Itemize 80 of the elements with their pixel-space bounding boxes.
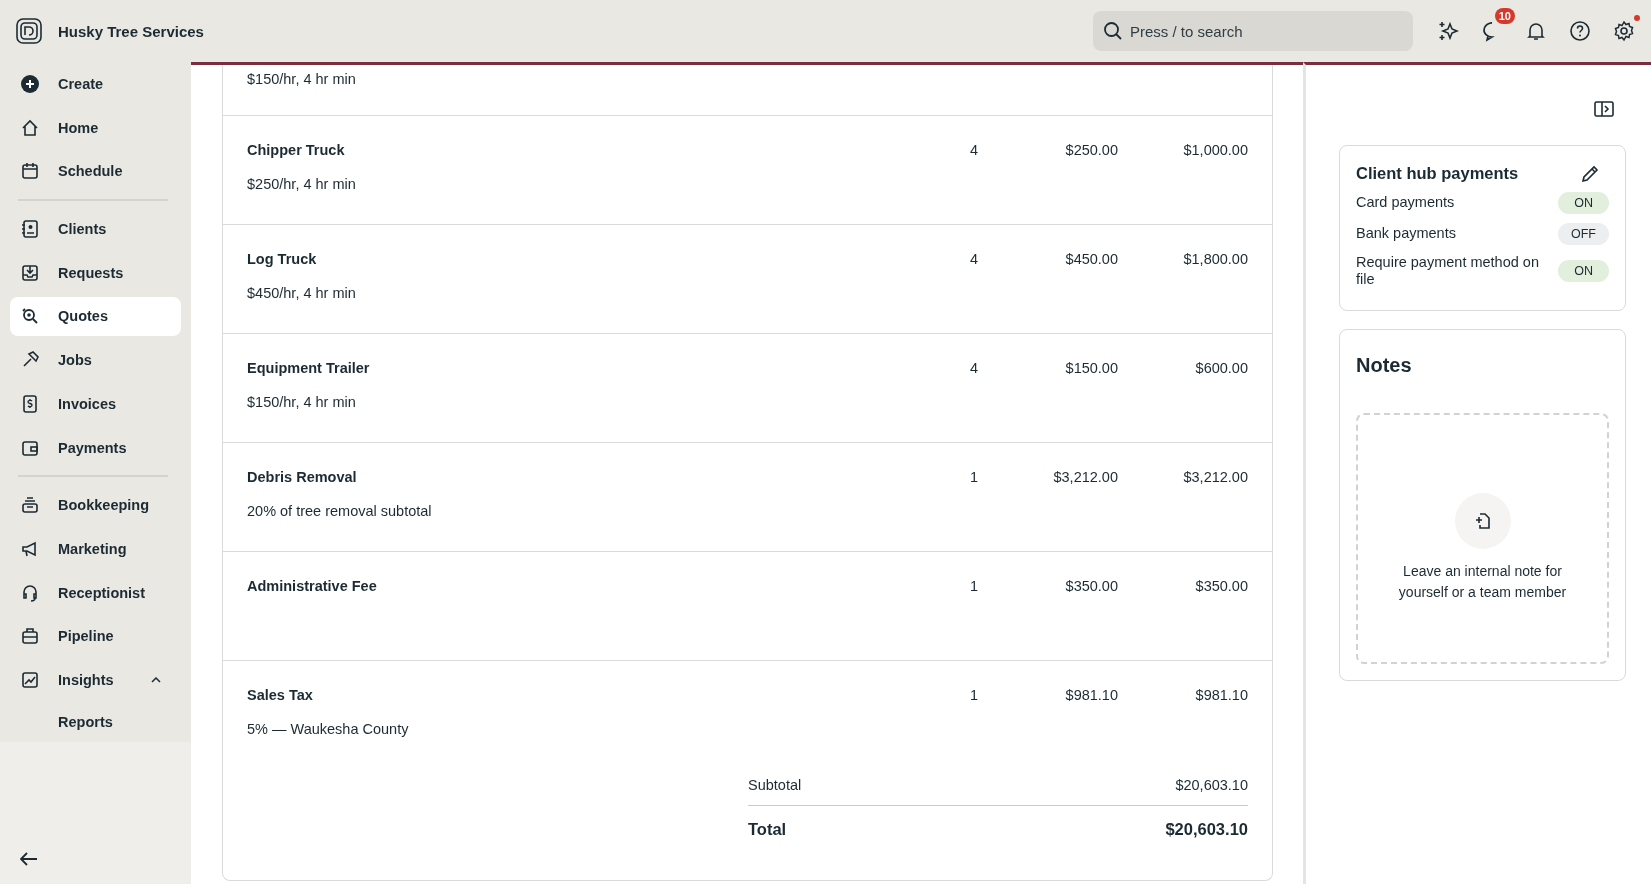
item-unit-price: $3,212.00: [1053, 469, 1118, 485]
dollar-document-icon: [20, 393, 40, 414]
sidebar-item[interactable]: Receptionist: [10, 572, 181, 613]
item-description: $250/hr, 4 hr min: [247, 176, 357, 192]
sidebar-item[interactable]: Insights: [10, 660, 181, 701]
sidebar-item[interactable]: Requests: [10, 252, 181, 293]
sidebar-item[interactable]: Marketing: [10, 529, 181, 569]
chart-icon: [20, 670, 40, 691]
item-total: $981.10: [1195, 687, 1248, 703]
stacked-tray-icon: [20, 495, 40, 516]
subtotal-value: $20,603.10: [1175, 777, 1248, 793]
item-unit-price: $981.10: [1065, 687, 1118, 703]
item-description: $150/hr, 4 hr min: [247, 71, 357, 87]
sidebar-item[interactable]: Bookkeeping: [10, 485, 181, 526]
item-description: 20% of tree removal subtotal: [247, 503, 433, 519]
setting-label: Require payment method on file: [1356, 254, 1540, 289]
plus-circle-icon: [20, 73, 40, 94]
item-quantity: 1: [969, 469, 978, 485]
item-name: Log Truck: [247, 251, 318, 267]
sidebar-item[interactable]: Quotes: [10, 296, 181, 337]
caret-icon[interactable]: [151, 677, 161, 684]
status-pill: ON: [1558, 260, 1609, 283]
logo-icon: [16, 18, 42, 44]
item-name: Sales Tax: [247, 687, 314, 703]
calendar-icon: [20, 161, 40, 182]
headset-icon: [20, 582, 40, 603]
item-unit-price: $350.00: [1065, 578, 1118, 594]
sidebar-item[interactable]: Jobs: [10, 340, 181, 381]
item-name: Debris Removal: [247, 469, 358, 485]
item-quantity: 4: [969, 360, 978, 376]
notification-badge: 10: [1494, 8, 1515, 24]
inbox-download-icon: [20, 262, 40, 283]
item-quantity: 4: [969, 251, 978, 267]
sidebar-subitem[interactable]: Reports: [10, 704, 181, 740]
item-unit-price: $450.00: [1065, 251, 1118, 267]
sidebar-item[interactable]: Schedule: [10, 151, 181, 192]
item-name: Chipper Truck: [247, 142, 346, 158]
item-name: Administrative Fee: [247, 578, 378, 594]
company-name: Husky Tree Services: [58, 22, 204, 40]
contact-card-icon: [20, 219, 40, 239]
sidebar-item[interactable]: Clients: [10, 209, 181, 249]
item-total: $3,212.00: [1183, 469, 1248, 485]
item-description: $150/hr, 4 hr min: [247, 394, 357, 410]
help-icon[interactable]: [1569, 20, 1591, 42]
item-description: 5% — Waukesha County: [247, 721, 410, 737]
briefcase-icon: [20, 626, 40, 647]
status-pill: ON: [1558, 192, 1609, 214]
sidebar-item[interactable]: Create: [10, 64, 181, 104]
setting-label: Bank payments: [1356, 225, 1456, 243]
home-icon: [20, 117, 40, 138]
search-field[interactable]: Press / to search: [1093, 11, 1413, 51]
card-title: Notes: [1356, 353, 1413, 377]
item-unit-price: $250.00: [1065, 142, 1118, 158]
item-quantity: 1: [969, 578, 978, 594]
empty-notes-text: Leave an internal note for yourself or a team member: [1397, 562, 1568, 603]
sidebar-item[interactable]: Home: [10, 107, 181, 148]
card-title: Client hub payments: [1356, 164, 1519, 183]
item-quantity: 1: [969, 687, 978, 703]
item-quantity: 4: [969, 142, 978, 158]
sidebar-item[interactable]: Payments: [10, 427, 181, 468]
status-pill: OFF: [1558, 223, 1609, 245]
settings-icon[interactable]: [1613, 20, 1635, 42]
note-drop-area[interactable]: Leave an internal note for yourself or a team member: [1356, 412, 1609, 664]
total-value: $20,603.10: [1165, 820, 1248, 839]
sparkle-icon[interactable]: [1437, 20, 1459, 42]
sidebar-item[interactable]: Invoices: [10, 384, 181, 424]
item-total: $1,000.00: [1183, 142, 1248, 158]
item-total: $600.00: [1195, 360, 1248, 376]
item-description: $450/hr, 4 hr min: [247, 285, 357, 301]
notification-bell-icon[interactable]: [1525, 20, 1547, 42]
sidebar-item[interactable]: Pipeline: [10, 616, 181, 657]
collapse-sidebar-icon[interactable]: [20, 852, 38, 866]
subtotal-label: Subtotal: [748, 777, 802, 793]
item-total: $350.00: [1195, 578, 1248, 594]
item-total: $1,800.00: [1183, 251, 1248, 267]
total-label: Total: [748, 820, 787, 839]
item-name: Equipment Trailer: [247, 360, 371, 376]
item-unit-price: $150.00: [1065, 360, 1118, 376]
edit-pencil-icon[interactable]: [1581, 164, 1599, 183]
setting-label: Card payments: [1356, 194, 1455, 212]
